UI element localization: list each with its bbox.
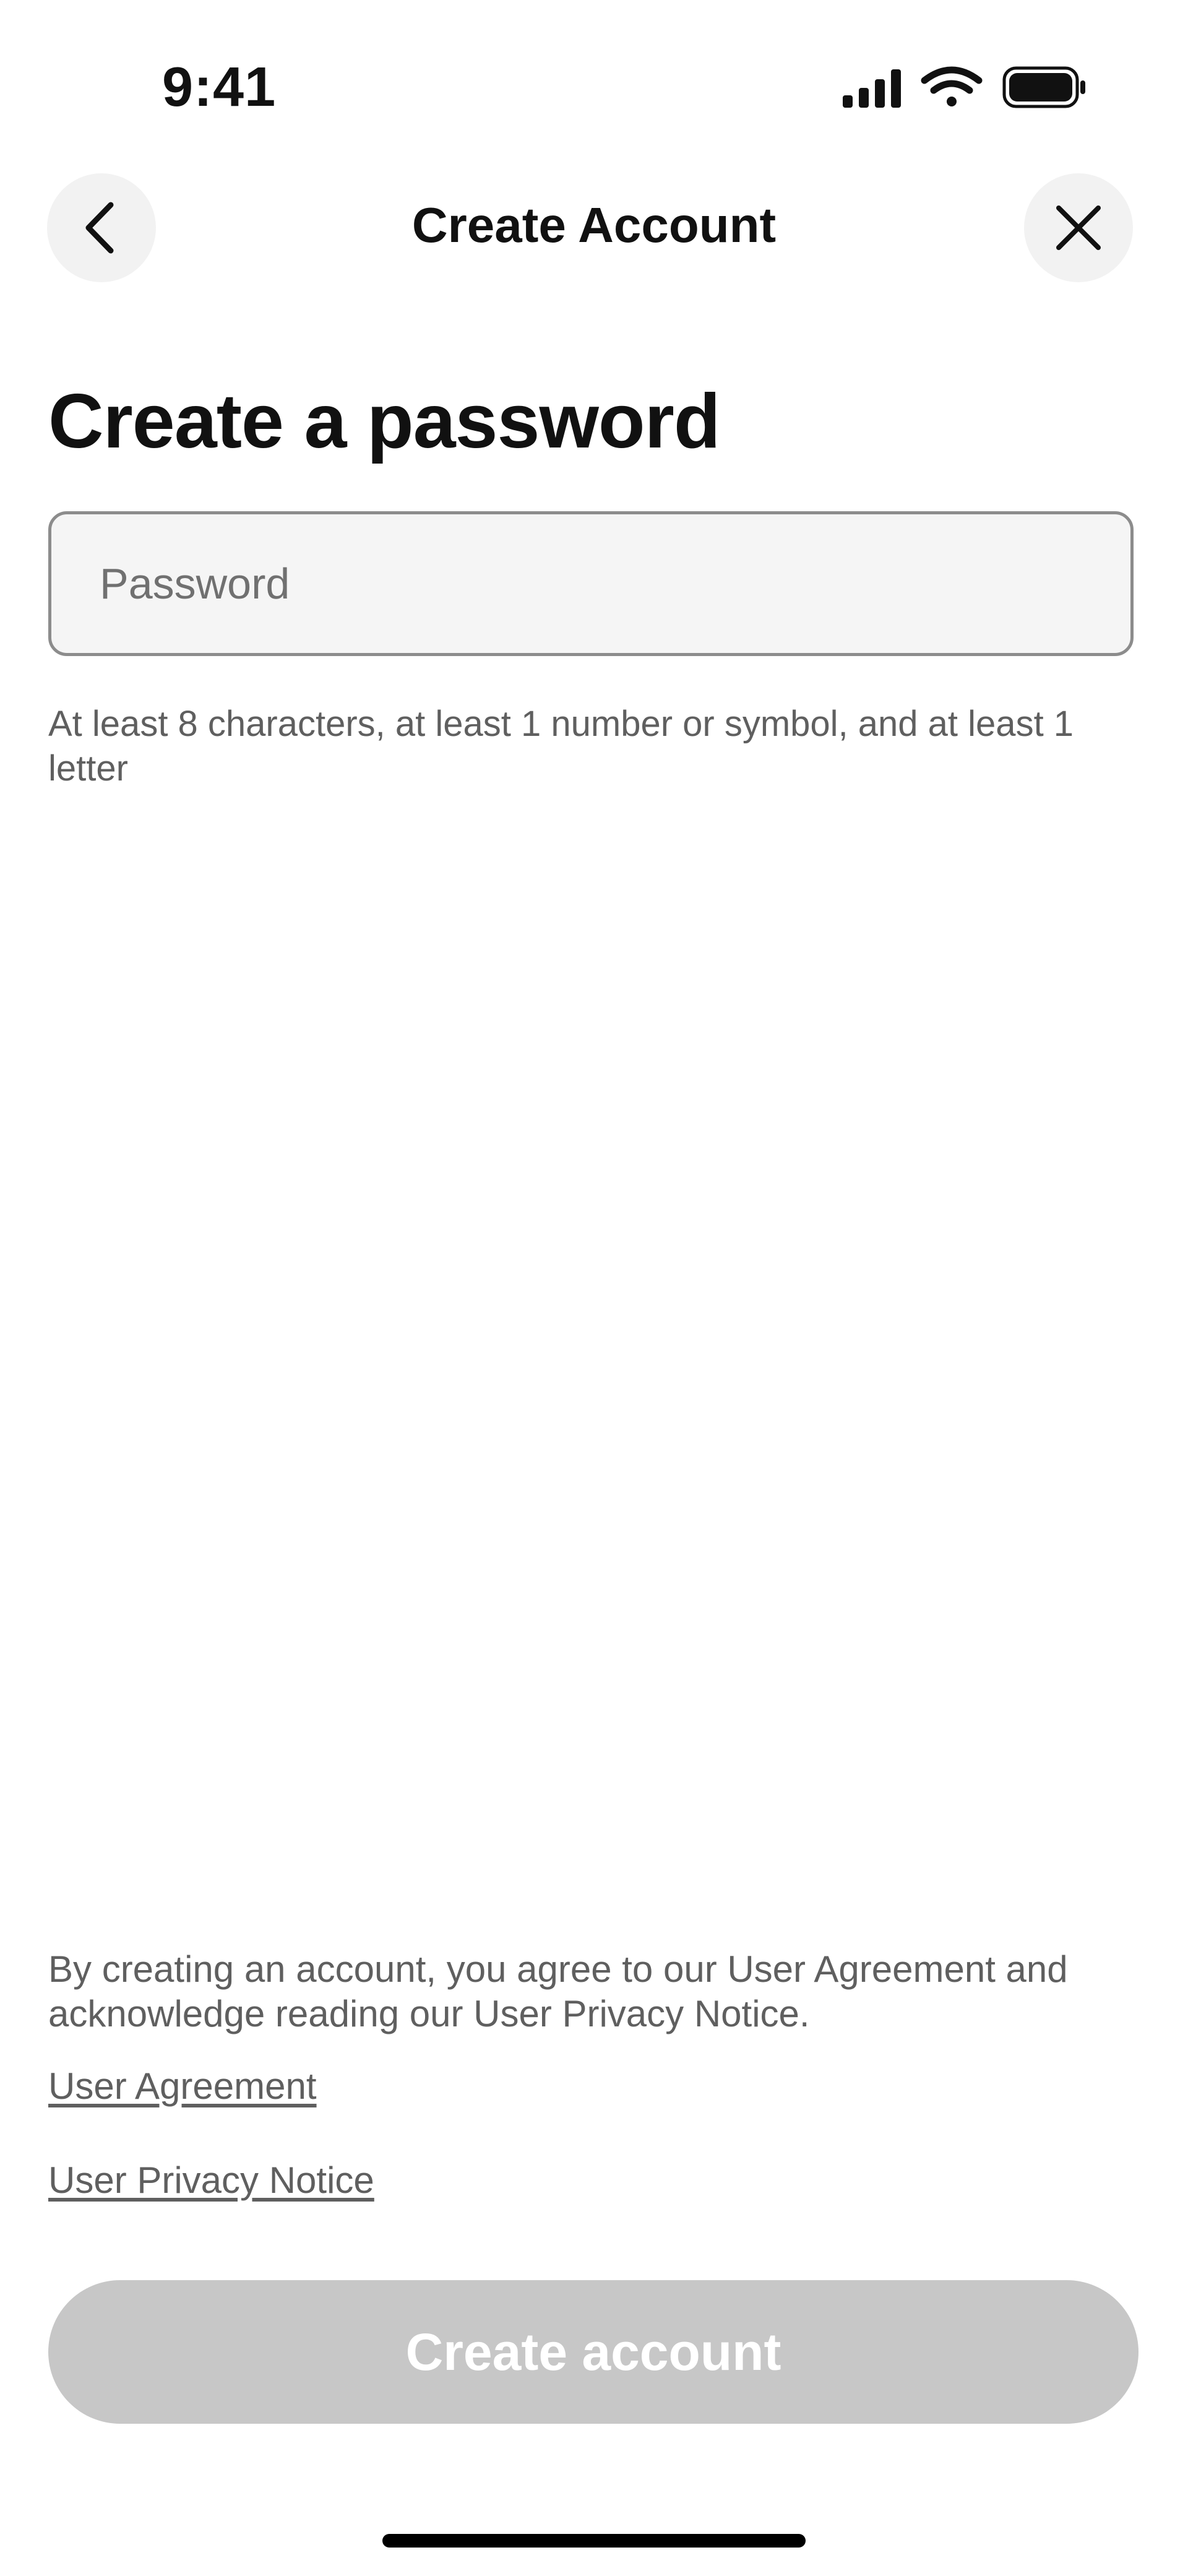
create-account-button[interactable]: Create account [48, 2280, 1138, 2424]
status-icons [843, 66, 1085, 108]
user-privacy-notice-link[interactable]: User Privacy Notice [48, 2159, 374, 2202]
legal-notice: By creating an account, you agree to our… [48, 1948, 1068, 2034]
wifi-icon [921, 66, 983, 106]
page-heading: Create a password [48, 379, 721, 464]
user-agreement-link[interactable]: User Agreement [48, 2065, 317, 2107]
password-requirements-hint: At least 8 characters, at least 1 number… [48, 704, 1074, 789]
home-indicator [382, 2534, 806, 2548]
battery-icon [1002, 66, 1085, 108]
status-time: 9:41 [162, 56, 277, 118]
close-icon [1056, 205, 1101, 250]
header-title: Create Account [411, 197, 777, 253]
cellular-signal-icon [843, 69, 901, 108]
password-input[interactable] [48, 511, 1134, 656]
close-button[interactable] [1024, 173, 1133, 282]
